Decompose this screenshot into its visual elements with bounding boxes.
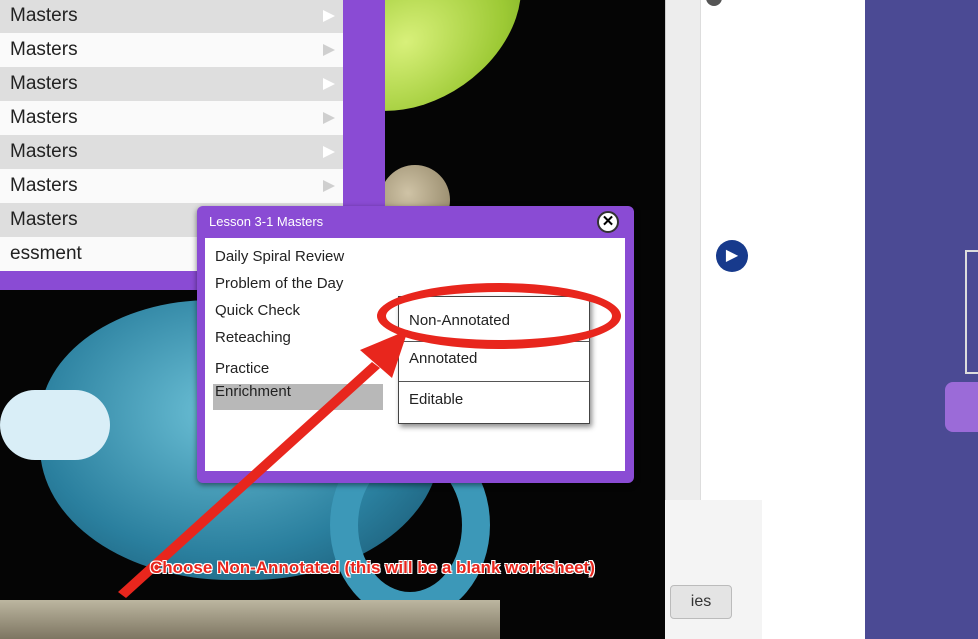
divider — [399, 381, 589, 382]
masters-list-item-label: essment — [10, 243, 82, 264]
right-panel — [865, 0, 978, 639]
arrow-right-icon — [323, 10, 335, 22]
masters-list-item[interactable]: Masters — [0, 67, 343, 101]
masters-list-item[interactable]: Masters — [0, 0, 343, 33]
popup-item-problem-of-the-day[interactable]: Problem of the Day — [215, 275, 343, 292]
popup-item-practice[interactable]: Practice — [215, 360, 269, 377]
close-icon[interactable]: ✕ — [597, 211, 619, 233]
scrollbar[interactable] — [665, 0, 701, 500]
arrow-right-icon — [323, 146, 335, 158]
popup-item-reteaching[interactable]: Reteaching — [215, 329, 291, 346]
ground-graphic — [0, 600, 500, 639]
popup-title: Lesson 3-1 Masters — [209, 214, 324, 229]
masters-list-item-label: Masters — [10, 5, 78, 26]
right-panel-box — [965, 250, 978, 374]
popup-item-quick-check[interactable]: Quick Check — [215, 302, 300, 319]
arrow-right-icon — [323, 112, 335, 124]
play-circle-icon[interactable]: ▶ — [716, 240, 748, 272]
masters-list-item-label: Masters — [10, 209, 78, 230]
submenu-item-annotated[interactable]: Annotated — [409, 350, 477, 367]
right-panel-tab[interactable] — [945, 382, 978, 432]
gap-area — [762, 0, 865, 639]
annotation-caption: Choose Non-Annotated (this will be a bla… — [150, 558, 595, 577]
masters-list-item[interactable]: Masters — [0, 33, 343, 67]
masters-list-item-label: Masters — [10, 39, 78, 60]
masters-list-item-label: Masters — [10, 141, 78, 162]
arrow-right-icon — [323, 180, 335, 192]
masters-list-item[interactable]: Masters — [0, 101, 343, 135]
popup-item-enrichment[interactable]: Enrichment — [215, 383, 291, 400]
cloud-graphic — [0, 390, 110, 460]
side-tab-button[interactable]: ies — [670, 585, 732, 619]
masters-list-item-label: Masters — [10, 175, 78, 196]
submenu-item-editable[interactable]: Editable — [409, 391, 463, 408]
arrow-right-icon — [323, 78, 335, 90]
highlight-ellipse — [377, 283, 621, 349]
masters-list-item[interactable]: Masters — [0, 135, 343, 169]
arrow-right-icon — [323, 44, 335, 56]
popup-item-daily-spiral-review[interactable]: Daily Spiral Review — [215, 248, 344, 265]
masters-list-item-label: Masters — [10, 107, 78, 128]
masters-list-item[interactable]: Masters — [0, 169, 343, 203]
masters-list-item-label: Masters — [10, 73, 78, 94]
